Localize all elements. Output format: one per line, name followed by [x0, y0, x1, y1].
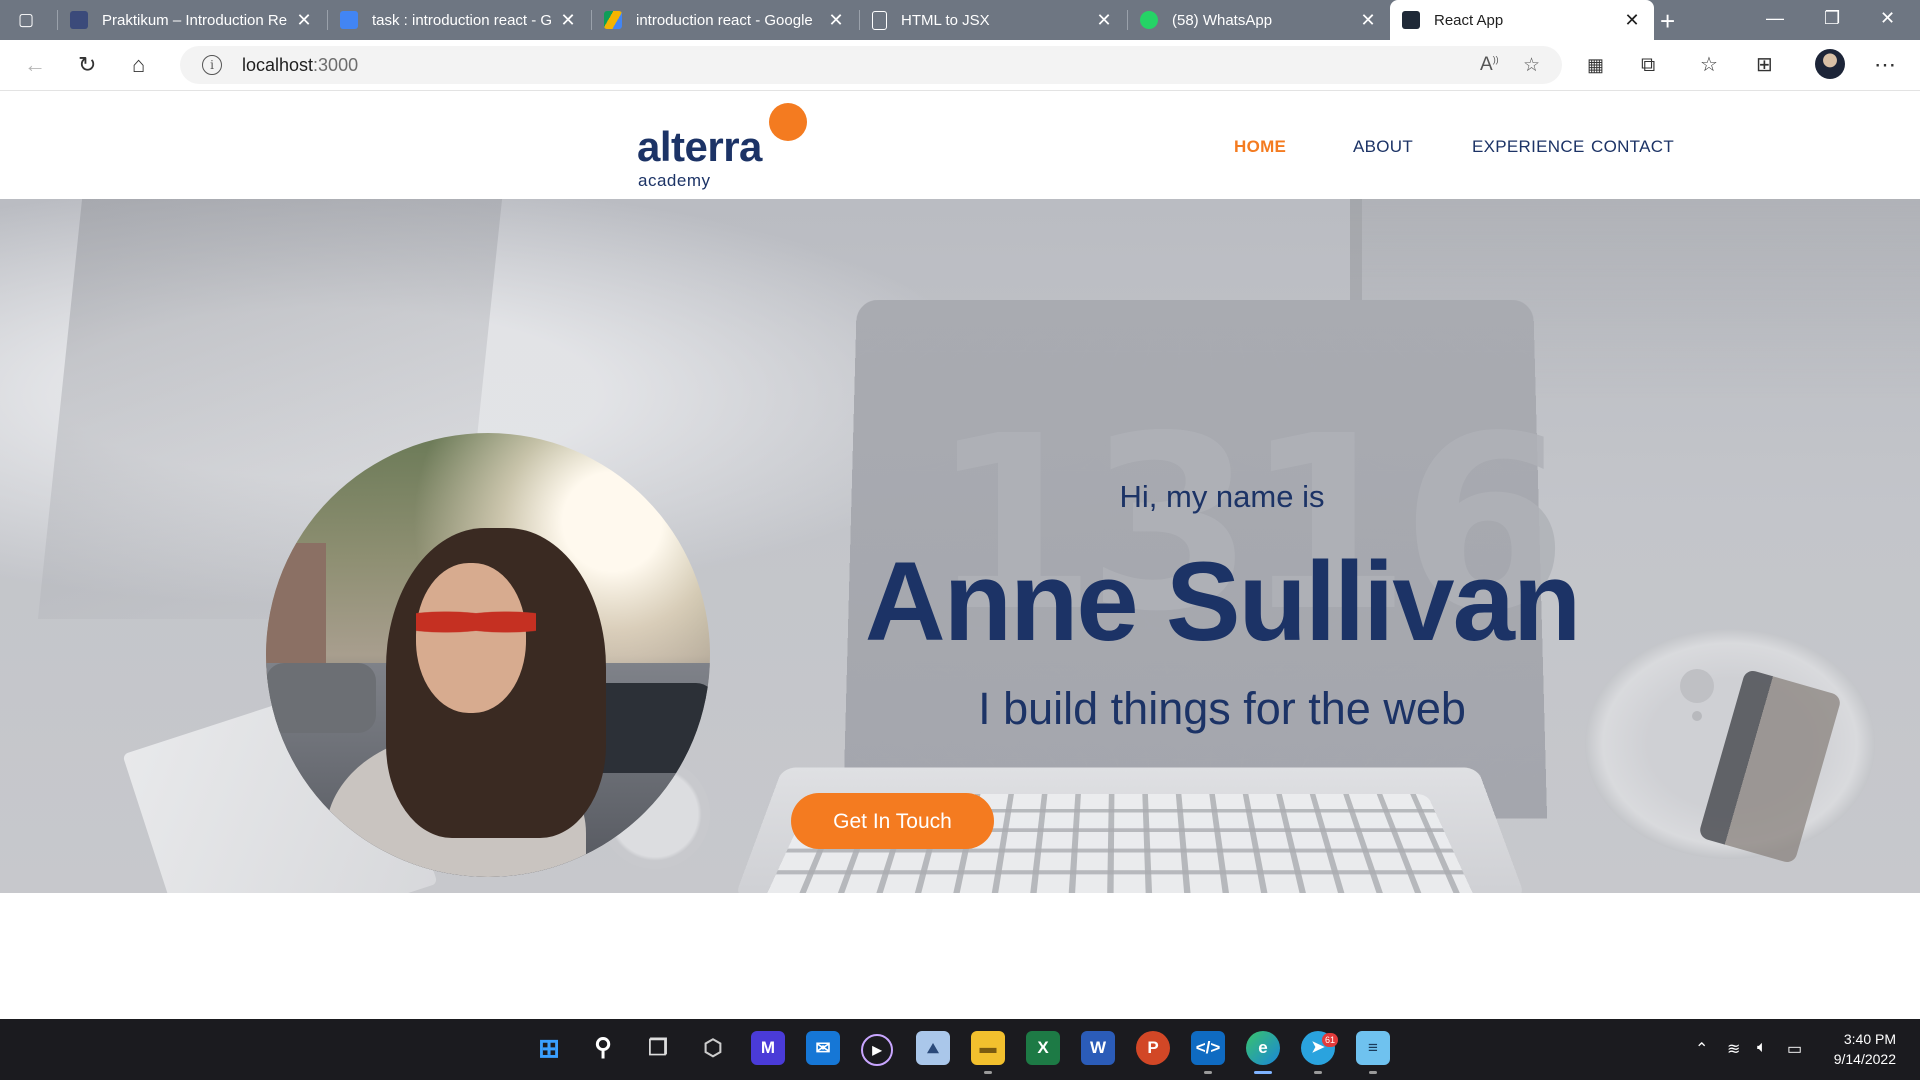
- search-icon[interactable]: ⚲: [586, 1031, 620, 1065]
- windows-taskbar: ⊞ ⚲ ❐ ⬡ M ✉ ▶ ⛰ ▬ X W P </> e ➤ 61 ≡ ⌃ ≋…: [0, 1019, 1920, 1080]
- collections-icon[interactable]: ⊞: [1756, 53, 1773, 77]
- tab-praktikum[interactable]: Praktikum – Introduction Re ✕: [58, 0, 326, 40]
- whatsapp-icon: [1140, 11, 1158, 29]
- word-icon[interactable]: W: [1081, 1031, 1115, 1065]
- site-info-icon[interactable]: i: [202, 55, 222, 75]
- react-icon: [1402, 11, 1420, 29]
- minimize-icon[interactable]: —: [1766, 8, 1784, 29]
- refresh-icon[interactable]: ↻: [78, 53, 96, 77]
- photo-car: [266, 663, 376, 733]
- apps-grid-icon[interactable]: ▦: [1587, 53, 1604, 77]
- window-close-icon[interactable]: ✕: [1880, 8, 1895, 29]
- task-view-icon[interactable]: ❐: [641, 1031, 675, 1065]
- tab-title: HTML to JSX: [901, 11, 990, 29]
- tab-title: (58) WhatsApp: [1172, 11, 1273, 29]
- media-player-icon[interactable]: ▶: [861, 1034, 893, 1066]
- show-hidden-icons-icon[interactable]: ⌃: [1695, 1039, 1708, 1059]
- extensions-icon[interactable]: ⧉: [1641, 53, 1655, 77]
- photo-sunglasses: [416, 605, 536, 639]
- hero-tagline: I build things for the web: [978, 683, 1466, 734]
- photos-icon[interactable]: ⛰: [916, 1031, 950, 1065]
- profile-avatar[interactable]: [1815, 49, 1845, 79]
- mail-icon[interactable]: ✉: [806, 1031, 840, 1065]
- more-options-icon[interactable]: ⋯: [1874, 53, 1896, 77]
- site-header: alterra academy HOME ABOUT EXPERIENCE CO…: [0, 91, 1920, 199]
- browser-tab-bar: ▢ Praktikum – Introduction Re ✕ task : i…: [0, 0, 1920, 40]
- hero-name: Anne Sullivan: [864, 539, 1582, 664]
- tab-react-app[interactable]: React App ✕: [1390, 0, 1654, 40]
- unity-icon[interactable]: ⬡: [696, 1031, 730, 1065]
- file-explorer-icon[interactable]: ▬: [971, 1031, 1005, 1065]
- tab-title: React App: [1434, 11, 1504, 29]
- battery-icon[interactable]: ▭: [1787, 1039, 1802, 1059]
- visual-studio-icon[interactable]: M: [751, 1031, 785, 1065]
- powerpoint-icon[interactable]: P: [1136, 1031, 1170, 1065]
- close-icon[interactable]: ✕: [1622, 10, 1642, 31]
- nav-contact[interactable]: CONTACT: [1591, 137, 1674, 157]
- wifi-icon[interactable]: ≋: [1727, 1039, 1740, 1059]
- get-in-touch-button[interactable]: Get In Touch: [791, 793, 994, 849]
- nav-home[interactable]: HOME: [1234, 137, 1286, 157]
- close-icon[interactable]: ✕: [1358, 10, 1378, 31]
- tab-whatsapp[interactable]: (58) WhatsApp ✕: [1128, 0, 1390, 40]
- add-favorite-icon[interactable]: ☆: [1523, 54, 1540, 77]
- photo-building: [266, 543, 326, 683]
- close-icon[interactable]: ✕: [1094, 10, 1114, 31]
- nav-about[interactable]: ABOUT: [1353, 137, 1413, 157]
- tab-title: task : introduction react - Go: [372, 11, 552, 29]
- close-icon[interactable]: ✕: [558, 10, 578, 31]
- tab-title: Praktikum – Introduction Re: [102, 11, 288, 29]
- url-host: localhost: [242, 55, 314, 75]
- running-indicator: [984, 1071, 992, 1074]
- url-text[interactable]: localhost:3000: [242, 55, 358, 76]
- logo-dot: [769, 103, 807, 141]
- running-indicator: [1204, 1071, 1212, 1074]
- google-drive-icon: [604, 11, 622, 29]
- google-docs-icon: [340, 11, 358, 29]
- clock-date[interactable]: 9/14/2022: [1820, 1051, 1896, 1067]
- web-page: alterra academy HOME ABOUT EXPERIENCE CO…: [0, 91, 1920, 1019]
- active-indicator: [1254, 1071, 1272, 1074]
- favorites-icon[interactable]: ☆: [1700, 53, 1718, 77]
- running-indicator: [1369, 1071, 1377, 1074]
- clock-time[interactable]: 3:40 PM: [1830, 1031, 1896, 1047]
- profile-photo: [266, 433, 710, 877]
- read-aloud-icon[interactable]: A)): [1480, 54, 1499, 76]
- logo-subtext: academy: [638, 171, 711, 190]
- alterra-logo[interactable]: alterra academy: [636, 103, 816, 193]
- excel-icon[interactable]: X: [1026, 1031, 1060, 1065]
- alterra-favicon-icon: [70, 11, 88, 29]
- telegram-badge: 61: [1322, 1033, 1338, 1047]
- tab-html-to-jsx[interactable]: HTML to JSX ✕: [860, 0, 1126, 40]
- new-tab-icon[interactable]: +: [1660, 6, 1675, 37]
- home-icon[interactable]: ⌂: [132, 53, 145, 77]
- tab-drive[interactable]: introduction react - Google ✕: [592, 0, 858, 40]
- edge-icon[interactable]: e: [1246, 1031, 1280, 1065]
- close-icon[interactable]: ✕: [294, 10, 314, 31]
- document-icon: [872, 10, 887, 30]
- running-indicator: [1314, 1071, 1322, 1074]
- vscode-icon[interactable]: </>: [1191, 1031, 1225, 1065]
- hero-greeting: Hi, my name is: [1119, 479, 1325, 514]
- url-port: :3000: [313, 55, 359, 75]
- address-bar[interactable]: i localhost:3000 A)) ☆: [180, 46, 1562, 84]
- notepad-icon[interactable]: ≡: [1356, 1031, 1390, 1065]
- nav-experience[interactable]: EXPERIENCE: [1472, 137, 1585, 157]
- volume-icon[interactable]: 🔈︎: [1757, 1039, 1767, 1057]
- back-icon[interactable]: ←: [24, 53, 46, 77]
- logo-text: alterra: [637, 123, 762, 170]
- tab-actions-icon[interactable]: ▢: [18, 10, 40, 30]
- tab-task-doc[interactable]: task : introduction react - Go ✕: [328, 0, 590, 40]
- windows-start-icon[interactable]: ⊞: [532, 1031, 566, 1065]
- browser-toolbar: ← ↻ ⌂ i localhost:3000 A)) ☆ ▦ ⧉ ☆ ⊞ ⋯: [0, 40, 1920, 91]
- close-icon[interactable]: ✕: [826, 10, 846, 31]
- restore-icon[interactable]: ❐: [1824, 8, 1840, 29]
- tab-title: introduction react - Google: [636, 11, 813, 29]
